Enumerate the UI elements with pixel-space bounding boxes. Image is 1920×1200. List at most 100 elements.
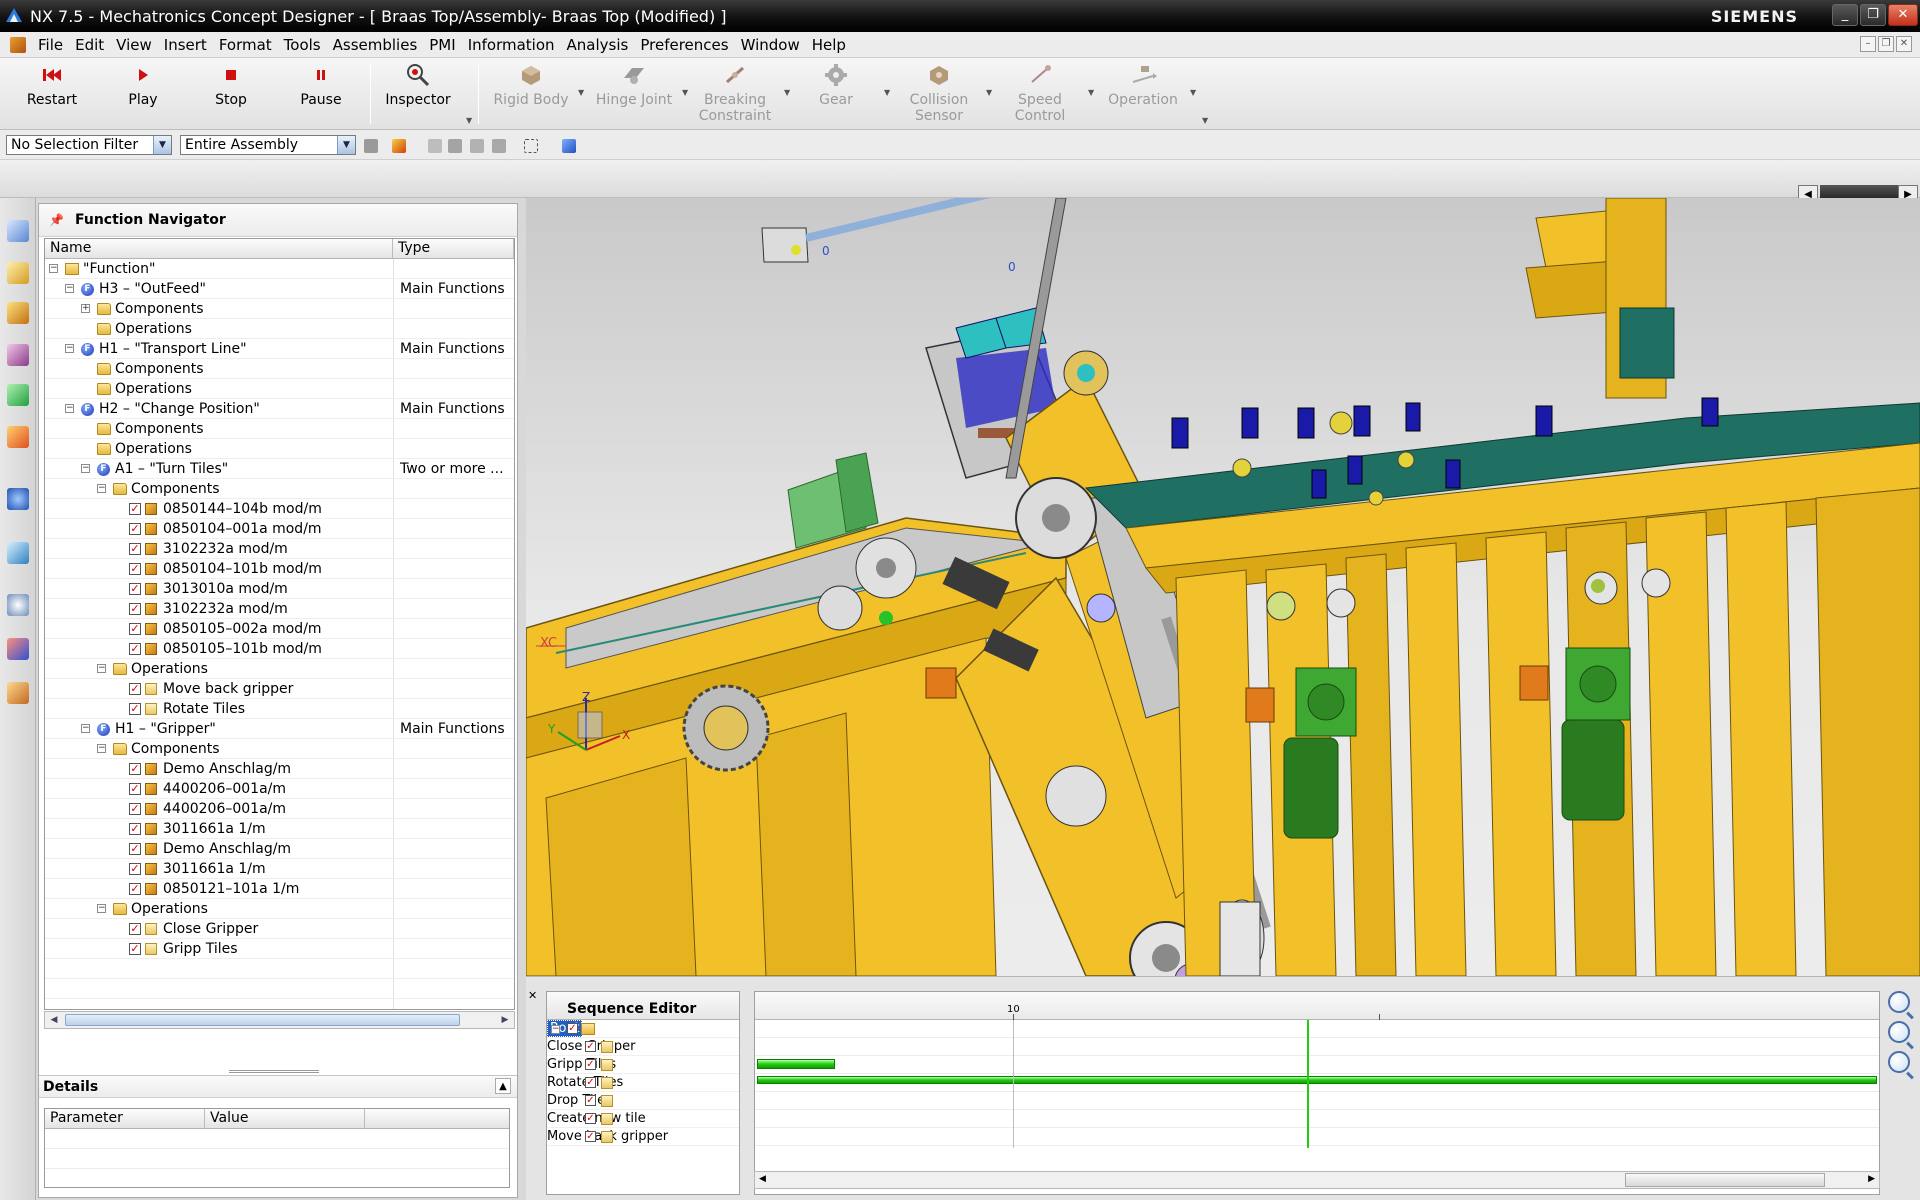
tree-name-cell[interactable]: ✓ 0850144–104b mod/m <box>45 499 393 518</box>
collapse-toggle-icon[interactable]: − <box>97 484 106 493</box>
checkbox[interactable]: ✓ <box>585 1095 596 1106</box>
tree-name-cell[interactable]: ✓ Close Gripper <box>45 919 393 938</box>
tree-row[interactable]: ✓ 4400206–001a/m <box>45 799 514 819</box>
web-browser-tab-icon[interactable] <box>7 488 29 510</box>
breaking-constraint-button[interactable]: Breaking Constraint <box>690 62 780 124</box>
operation-dropdown-arrow[interactable]: ▼ <box>1190 88 1196 97</box>
tree-row[interactable]: ✓ 0850144–104b mod/m <box>45 499 514 519</box>
toolbar-options-arrow[interactable]: ▼ <box>1202 116 1208 125</box>
select-body-icon[interactable] <box>448 139 462 153</box>
sequence-item-row[interactable]: ✓ Gripp Tiles <box>547 1056 739 1074</box>
tree-row[interactable]: − F H1 – "Transport Line" Main Functions <box>45 339 514 359</box>
nx-app-icon[interactable] <box>4 6 24 26</box>
tree-name-cell[interactable]: Operations <box>45 379 393 398</box>
checkbox[interactable]: ✓ <box>129 783 141 795</box>
checkbox[interactable]: ✓ <box>129 603 141 615</box>
checkbox[interactable]: ✓ <box>129 943 141 955</box>
tree-row[interactable]: − F A1 – "Turn Tiles" Two or more ... <box>45 459 514 479</box>
graphics-viewport[interactable]: Z X Y XC 0 0 <box>526 198 1920 976</box>
tree-name-cell[interactable]: − F A1 – "Turn Tiles" <box>45 459 393 478</box>
collapse-toggle-icon[interactable]: − <box>65 284 74 293</box>
collapse-toggle-icon[interactable]: − <box>97 664 106 673</box>
tree-name-cell[interactable]: ✓ Gripp Tiles <box>45 939 393 958</box>
checkbox[interactable]: ✓ <box>567 1023 578 1034</box>
checkbox[interactable]: ✓ <box>585 1113 596 1124</box>
menu-information[interactable]: Information <box>462 36 561 54</box>
inspector-dropdown-arrow[interactable]: ▼ <box>466 116 472 125</box>
assembly-navigator-tab-icon[interactable] <box>7 302 29 324</box>
mdi-minimize-button[interactable]: – <box>1860 36 1876 52</box>
chevron-down-icon[interactable]: ▼ <box>153 136 171 154</box>
gear-dropdown-arrow[interactable]: ▼ <box>884 88 890 97</box>
mdi-close-button[interactable]: ✕ <box>1896 36 1912 52</box>
tree-row[interactable]: ✓ Close Gripper <box>45 919 514 939</box>
sequence-timeline[interactable]: 10 <box>754 991 1880 1195</box>
rotate-tiles-timeline-bar[interactable] <box>757 1076 1877 1084</box>
tree-row[interactable]: − F H1 – "Gripper" Main Functions <box>45 719 514 739</box>
sequence-item-row[interactable]: ✓ Create new tile <box>547 1110 739 1128</box>
tree-row[interactable]: ✓ 4400206–001a/m <box>45 779 514 799</box>
tree-row[interactable]: − F H3 – "OutFeed" Main Functions <box>45 279 514 299</box>
tree-row[interactable]: − F H2 – "Change Position" Main Functions <box>45 399 514 419</box>
selection-scope-cube-icon[interactable] <box>562 139 576 153</box>
tree-row[interactable]: ✓ 3013010a mod/m <box>45 579 514 599</box>
tree-row[interactable]: Components <box>45 419 514 439</box>
checkbox[interactable]: ✓ <box>585 1041 596 1052</box>
collapse-toggle-icon[interactable]: − <box>551 1025 560 1034</box>
checkbox[interactable]: ✓ <box>129 563 141 575</box>
scroll-right-arrow-icon[interactable]: ▶ <box>497 1013 513 1027</box>
timeline-scrollbar[interactable]: ◀ ▶ <box>754 1171 1880 1189</box>
gripp-tiles-timeline-bar[interactable] <box>757 1059 835 1069</box>
tree-row[interactable]: ✓ Rotate Tiles <box>45 699 514 719</box>
tree-name-cell[interactable]: − F H3 – "OutFeed" <box>45 279 393 298</box>
hinge-joint-button[interactable]: Hinge Joint <box>590 62 678 124</box>
sequence-item-row[interactable]: ✓Close Gripper <box>547 1038 739 1056</box>
menu-window[interactable]: Window <box>735 36 806 54</box>
reuse-library-tab-icon[interactable] <box>7 426 29 448</box>
collapse-toggle-icon[interactable]: − <box>81 464 90 473</box>
menu-format[interactable]: Format <box>213 36 278 54</box>
roles-tab-icon[interactable] <box>7 682 29 704</box>
checkbox[interactable]: ✓ <box>129 843 141 855</box>
timeline-playhead[interactable] <box>1307 1020 1309 1148</box>
collapse-toggle-icon[interactable]: − <box>97 744 106 753</box>
pin-icon[interactable]: 📌 <box>49 213 64 227</box>
function-navigator-tab-icon[interactable] <box>7 220 29 242</box>
type-column-header[interactable]: Type <box>393 239 514 258</box>
tree-row[interactable]: ✓ Demo Anschlag/m <box>45 759 514 779</box>
tree-row[interactable]: ✓ 3011661a 1/m <box>45 859 514 879</box>
checkbox[interactable]: ✓ <box>129 803 141 815</box>
close-button[interactable]: ✕ <box>1888 4 1918 26</box>
selection-scope-dropdown[interactable]: Entire Assembly ▼ <box>180 135 356 155</box>
inspector-button[interactable]: Inspector <box>380 62 456 124</box>
speed-control-button[interactable]: Speed Control <box>1000 62 1080 124</box>
tree-row[interactable]: − Operations <box>45 899 514 919</box>
speed-control-dropdown-arrow[interactable]: ▼ <box>1088 88 1094 97</box>
tree-name-cell[interactable]: ✓ 3011661a 1/m <box>45 819 393 838</box>
menu-pmi[interactable]: PMI <box>423 36 461 54</box>
tree-row[interactable]: Operations <box>45 319 514 339</box>
machine-3d-model[interactable] <box>526 198 1920 976</box>
tree-name-cell[interactable]: ✓ 0850121–101a 1/m <box>45 879 393 898</box>
close-panel-icon[interactable]: ✕ <box>528 989 537 1002</box>
checkbox[interactable]: ✓ <box>129 623 141 635</box>
tree-name-cell[interactable]: ✓ Rotate Tiles <box>45 699 393 718</box>
selection-filter-dropdown[interactable]: No Selection Filter ▼ <box>6 135 172 155</box>
zoom-out-icon[interactable] <box>1888 1021 1910 1043</box>
checkbox[interactable]: ✓ <box>129 683 141 695</box>
tree-name-cell[interactable]: ✓ Demo Anschlag/m <box>45 839 393 858</box>
tree-row[interactable]: − Components <box>45 739 514 759</box>
checkbox[interactable]: ✓ <box>585 1077 596 1088</box>
tree-name-cell[interactable]: ✓ 0850104–101b mod/m <box>45 559 393 578</box>
zoom-fit-icon[interactable] <box>1888 1051 1910 1073</box>
name-column-header[interactable]: Name <box>45 239 393 258</box>
tree-row[interactable]: ✓ 0850105–101b mod/m <box>45 639 514 659</box>
tree-row[interactable]: ✓ 0850105–002a mod/m <box>45 619 514 639</box>
checkbox[interactable]: ✓ <box>129 643 141 655</box>
tree-row[interactable]: ✓ 0850104–101b mod/m <box>45 559 514 579</box>
tree-row[interactable]: Operations <box>45 439 514 459</box>
checkbox[interactable]: ✓ <box>129 503 141 515</box>
sequence-item-row[interactable]: ✓Rotate Tiles <box>547 1074 739 1092</box>
tree-name-cell[interactable]: − F H1 – "Transport Line" <box>45 339 393 358</box>
collapse-toggle-icon[interactable]: − <box>65 344 74 353</box>
